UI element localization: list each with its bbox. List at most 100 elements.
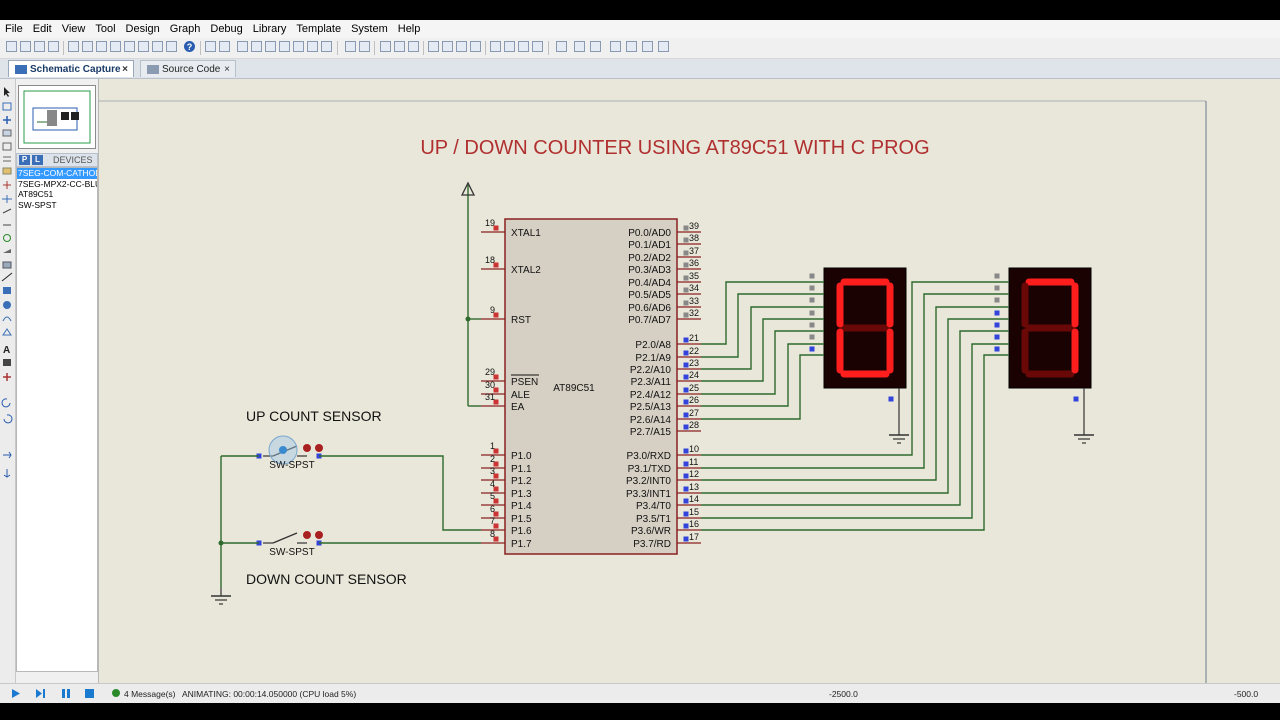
library-manager-button[interactable]: L <box>32 155 43 165</box>
device-item[interactable]: AT89C51 <box>17 189 97 200</box>
rotate-cw-icon[interactable] <box>1 398 11 408</box>
instrument-icon[interactable] <box>2 261 12 269</box>
design-explorer-icon[interactable] <box>166 41 177 52</box>
circle-icon[interactable] <box>3 301 11 309</box>
menu-template[interactable]: Template <box>291 20 346 38</box>
paste-icon[interactable] <box>408 41 419 52</box>
menu-help[interactable]: Help <box>393 20 426 38</box>
buses-icon[interactable] <box>3 156 11 162</box>
block-rotate-icon[interactable] <box>456 41 467 52</box>
down-switch-terminal <box>303 531 311 539</box>
decompose-icon[interactable] <box>532 41 543 52</box>
bom-icon[interactable] <box>138 41 149 52</box>
back-icon[interactable] <box>110 41 121 52</box>
remove-sheet-icon[interactable] <box>626 41 637 52</box>
menu-file[interactable]: File <box>0 20 28 38</box>
text-tool-icon[interactable]: A <box>3 345 10 356</box>
device-item[interactable]: SW-SPST <box>17 200 97 211</box>
junction-dot-icon[interactable] <box>3 116 11 124</box>
ares-icon[interactable] <box>96 41 107 52</box>
close-icon[interactable]: × <box>224 61 230 78</box>
block-move-icon[interactable] <box>442 41 453 52</box>
undo-icon[interactable] <box>345 41 356 52</box>
redo-icon[interactable] <box>359 41 370 52</box>
schematic-canvas[interactable]: UP / DOWN COUNTER USING AT89C51 WITH C P… <box>99 79 1280 685</box>
play-icon[interactable] <box>10 688 22 699</box>
import-icon[interactable] <box>48 41 59 52</box>
home-icon[interactable] <box>68 41 79 52</box>
menu-design[interactable]: Design <box>121 20 165 38</box>
rotate-ccw-icon[interactable] <box>3 414 13 424</box>
property-tool-icon[interactable] <box>590 41 601 52</box>
stop-icon[interactable] <box>84 688 96 699</box>
pick-device-button[interactable]: P <box>19 155 30 165</box>
netlist-icon[interactable] <box>658 41 669 52</box>
overview-window[interactable] <box>18 85 96 149</box>
menu-view[interactable]: View <box>57 20 91 38</box>
zoom-in-icon[interactable] <box>265 41 276 52</box>
wire-label-icon[interactable] <box>2 129 12 137</box>
pick-device-icon[interactable] <box>490 41 501 52</box>
gallery-icon[interactable] <box>124 41 135 52</box>
probe-icon[interactable] <box>3 249 11 253</box>
open-file-icon[interactable] <box>20 41 31 52</box>
mirror-y-icon[interactable] <box>3 469 11 478</box>
zoom-out-icon[interactable] <box>279 41 290 52</box>
zoom-all-icon[interactable] <box>293 41 304 52</box>
grid-icon[interactable] <box>219 41 230 52</box>
menu-graph[interactable]: Graph <box>165 20 206 38</box>
text-script-icon[interactable] <box>2 142 12 151</box>
zoom-area-icon[interactable] <box>307 41 318 52</box>
right-pin-label: P2.5/A13 <box>630 402 672 413</box>
left-pin-number: 2 <box>490 454 495 464</box>
device-item[interactable]: 7SEG-COM-CATHODE <box>17 168 97 179</box>
block-copy-icon[interactable] <box>428 41 439 52</box>
packaging-icon[interactable] <box>518 41 529 52</box>
cut-icon[interactable] <box>380 41 391 52</box>
schematic-drawing[interactable]: UP / DOWN COUNTER USING AT89C51 WITH C P… <box>99 79 1280 685</box>
help-icon[interactable]: ? <box>184 41 195 52</box>
pause-icon[interactable] <box>60 688 72 699</box>
close-icon[interactable]: × <box>122 61 128 78</box>
path-icon[interactable] <box>2 328 12 336</box>
block-delete-icon[interactable] <box>470 41 481 52</box>
graph-icon[interactable] <box>2 208 12 214</box>
make-device-icon[interactable] <box>504 41 515 52</box>
arc-icon[interactable] <box>2 316 12 322</box>
source-icon[interactable] <box>152 41 163 52</box>
subcircuit-icon[interactable] <box>2 167 12 175</box>
left-pin-label: EA <box>511 402 525 413</box>
refresh-icon[interactable] <box>205 41 216 52</box>
terminals-icon[interactable] <box>3 181 11 189</box>
new-file-icon[interactable] <box>6 41 17 52</box>
device-item[interactable]: 7SEG-MPX2-CC-BLUE <box>17 179 97 190</box>
zoom-fit-icon[interactable] <box>321 41 332 52</box>
menu-library[interactable]: Library <box>248 20 292 38</box>
menu-debug[interactable]: Debug <box>205 20 247 38</box>
new-sheet-icon[interactable] <box>610 41 621 52</box>
step-icon[interactable] <box>35 688 47 699</box>
messages-count[interactable]: 4 Message(s) <box>124 689 176 699</box>
symbol-icon[interactable] <box>3 359 11 366</box>
menu-system[interactable]: System <box>346 20 393 38</box>
search-tag-icon[interactable] <box>574 41 585 52</box>
save-icon[interactable] <box>34 41 45 52</box>
generator-icon[interactable] <box>3 234 11 242</box>
marker-icon[interactable] <box>3 373 11 381</box>
exit-parent-icon[interactable] <box>642 41 653 52</box>
wire-autorouter-icon[interactable] <box>556 41 567 52</box>
pan-icon[interactable] <box>251 41 262 52</box>
selection-mode-icon[interactable] <box>4 87 10 97</box>
copy-icon[interactable] <box>394 41 405 52</box>
tab-schematic-capture[interactable]: Schematic Capture × <box>8 60 134 77</box>
mirror-x-icon[interactable] <box>3 451 12 459</box>
menu-edit[interactable]: Edit <box>28 20 57 38</box>
tab-source-code[interactable]: Source Code × <box>140 60 236 77</box>
origin-icon[interactable] <box>237 41 248 52</box>
component-mode-icon[interactable] <box>2 102 12 111</box>
menu-tool[interactable]: Tool <box>90 20 120 38</box>
pin-icon[interactable] <box>2 195 12 203</box>
isis-icon[interactable] <box>82 41 93 52</box>
line-icon[interactable] <box>1 272 13 282</box>
box-icon[interactable] <box>3 287 11 294</box>
